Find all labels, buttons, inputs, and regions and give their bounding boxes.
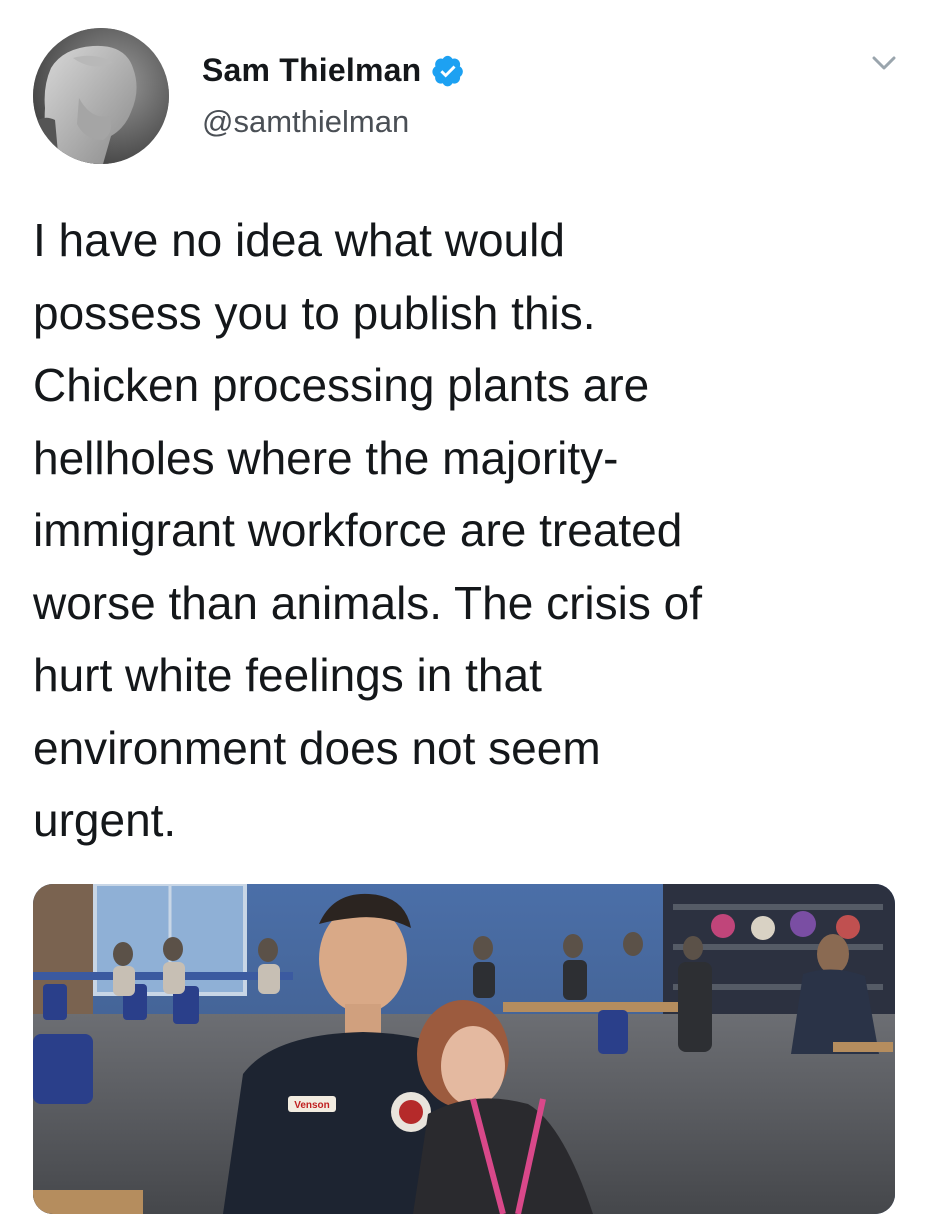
avatar[interactable]	[33, 28, 169, 164]
chevron-down-icon[interactable]	[866, 48, 902, 78]
author-handle[interactable]: @samthielman	[202, 104, 409, 140]
tweet-media[interactable]: Venson	[33, 884, 895, 1214]
avatar-image	[33, 28, 169, 164]
display-name[interactable]: Sam Thielman	[202, 52, 421, 89]
tweet-text: I have no idea what would possess you to…	[33, 214, 702, 846]
author-row: Sam Thielman	[202, 52, 465, 89]
tweet: Sam Thielman @samthielman I have no idea…	[0, 0, 927, 1214]
media-photo: Venson	[33, 884, 895, 1214]
name-tag: Venson	[294, 1100, 330, 1111]
verified-badge-icon	[432, 55, 464, 86]
